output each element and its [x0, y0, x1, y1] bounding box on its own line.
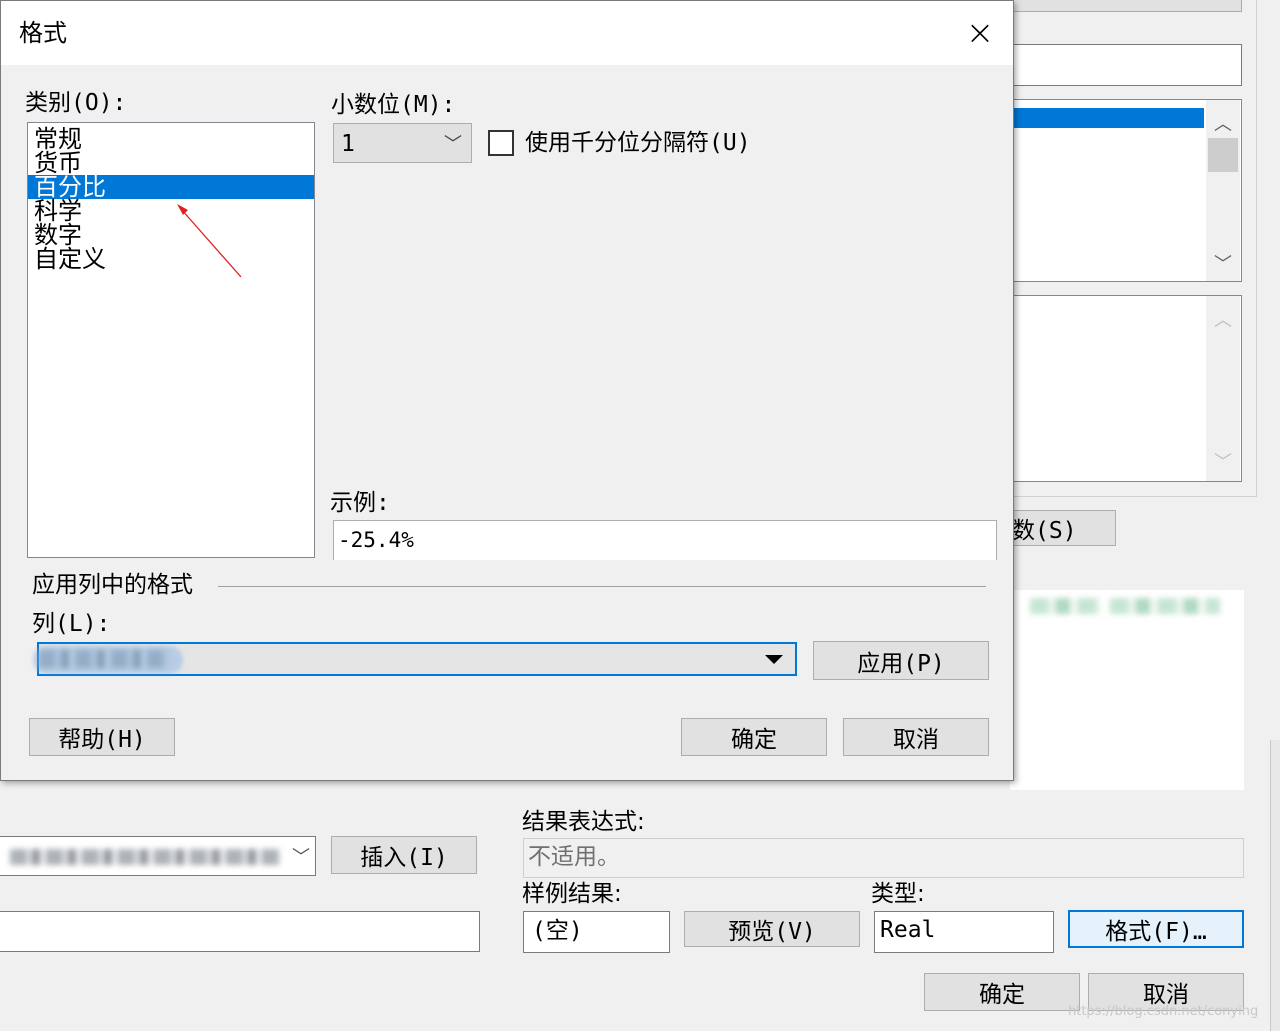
- decimals-value: 1: [341, 131, 355, 157]
- category-item[interactable]: 百分比: [28, 175, 314, 199]
- bg-text-field[interactable]: [1010, 44, 1242, 86]
- bg-list-2[interactable]: ︿ ﹀: [1010, 295, 1242, 482]
- close-icon[interactable]: ×: [959, 11, 1001, 55]
- blurred-text: [10, 849, 280, 865]
- result-expression-label: 结果表达式:: [522, 809, 645, 835]
- apply-button-label: 应用(P): [857, 650, 945, 677]
- bg-partial-button[interactable]: 数(S): [1010, 510, 1116, 546]
- bg-field-combo[interactable]: ﹀: [0, 836, 316, 876]
- column-select[interactable]: [33, 642, 797, 676]
- thousands-label: 使用千分位分隔符(U): [525, 130, 751, 156]
- format-button[interactable]: 格式(F)…: [1068, 910, 1244, 948]
- bg-list-selected-row[interactable]: [1010, 108, 1204, 128]
- chevron-down-icon: ﹀: [1214, 452, 1232, 473]
- dialog-title-bar[interactable]: 格式 ×: [1, 1, 1013, 65]
- chevron-down-icon[interactable]: ﹀: [1214, 250, 1232, 276]
- sample-field: -25.4%: [333, 520, 997, 560]
- bg-expression-input[interactable]: [0, 911, 480, 952]
- format-dialog: 格式 × 类别(O): 常规 货币 百分比 科学 数字 自定义 小数位(M): 1 ﹀ 使…: [0, 0, 1014, 781]
- bg-ok-button-label: 确定: [979, 982, 1025, 1008]
- help-button[interactable]: 帮助(H): [29, 718, 175, 756]
- help-button-label: 帮助(H): [58, 727, 146, 753]
- type-label: 类型:: [871, 881, 925, 907]
- decimals-label: 小数位(M):: [331, 92, 456, 118]
- decimals-select[interactable]: 1 ﹀: [333, 123, 472, 163]
- bg-ok-button[interactable]: 确定: [924, 973, 1080, 1011]
- ok-button[interactable]: 确定: [681, 718, 827, 756]
- sample-result-field: (空): [523, 911, 670, 953]
- chevron-down-icon[interactable]: ﹀: [292, 843, 310, 869]
- result-expression-value: 不适用。: [528, 844, 620, 870]
- bg-right-edge: [1270, 740, 1280, 1031]
- chevron-down-icon: ﹀: [444, 134, 462, 155]
- group-divider: [218, 586, 986, 587]
- sample-result-label: 样例结果:: [522, 881, 622, 907]
- blurred-text: [1030, 598, 1100, 614]
- cancel-button[interactable]: 取消: [843, 718, 989, 756]
- dialog-title: 格式: [19, 19, 67, 47]
- ok-button-label: 确定: [731, 727, 777, 753]
- type-field: Real: [874, 911, 1054, 953]
- sample-result-value: (空): [532, 918, 583, 944]
- apply-button[interactable]: 应用(P): [813, 641, 989, 680]
- sample-label: 示例:: [330, 490, 390, 516]
- thousands-checkbox[interactable]: [488, 130, 514, 156]
- sample-value: -25.4%: [338, 528, 414, 552]
- type-value: Real: [880, 917, 936, 943]
- annotation-arrow-icon: [177, 204, 242, 278]
- bg-list-scrollbar[interactable]: ︿ ﹀: [1206, 100, 1240, 281]
- category-label: 类别(O):: [25, 90, 127, 116]
- category-list[interactable]: 常规 货币 百分比 科学 数字 自定义: [27, 122, 315, 558]
- bg-list[interactable]: ︿ ﹀: [1010, 99, 1242, 282]
- result-expression-field: 不适用。: [523, 838, 1244, 878]
- category-item[interactable]: 货币: [28, 151, 314, 175]
- insert-button-label: 插入(I): [360, 845, 448, 871]
- chevron-up-icon: ︿: [1214, 310, 1232, 331]
- blurred-text: [1110, 598, 1220, 614]
- column-label: 列(L):: [32, 611, 111, 637]
- chevron-up-icon[interactable]: ︿: [1214, 110, 1232, 136]
- cancel-button-label: 取消: [893, 727, 939, 753]
- insert-button[interactable]: 插入(I): [331, 836, 477, 874]
- format-button-label: 格式(F)…: [1105, 919, 1207, 945]
- bg-group-border: [1256, 0, 1257, 497]
- bg-list-2-scrollbar[interactable]: ︿ ﹀: [1206, 296, 1240, 481]
- apply-group-label: 应用列中的格式: [32, 572, 193, 598]
- bg-preview-area: [1010, 590, 1244, 790]
- category-item[interactable]: 常规: [28, 127, 314, 151]
- blurred-highlight: [33, 646, 183, 674]
- watermark: https://blog.csdn.net/conying: [1068, 1004, 1259, 1019]
- preview-button-label: 预览(V): [728, 919, 816, 945]
- bg-top-button-edge: [1010, 0, 1242, 12]
- scroll-thumb[interactable]: [1208, 138, 1238, 172]
- bg-partial-button-label: 数(S): [1012, 518, 1077, 544]
- dropdown-arrow-icon: [765, 655, 783, 664]
- preview-button[interactable]: 预览(V): [684, 911, 860, 947]
- bg-group-border-bottom: [1010, 496, 1257, 497]
